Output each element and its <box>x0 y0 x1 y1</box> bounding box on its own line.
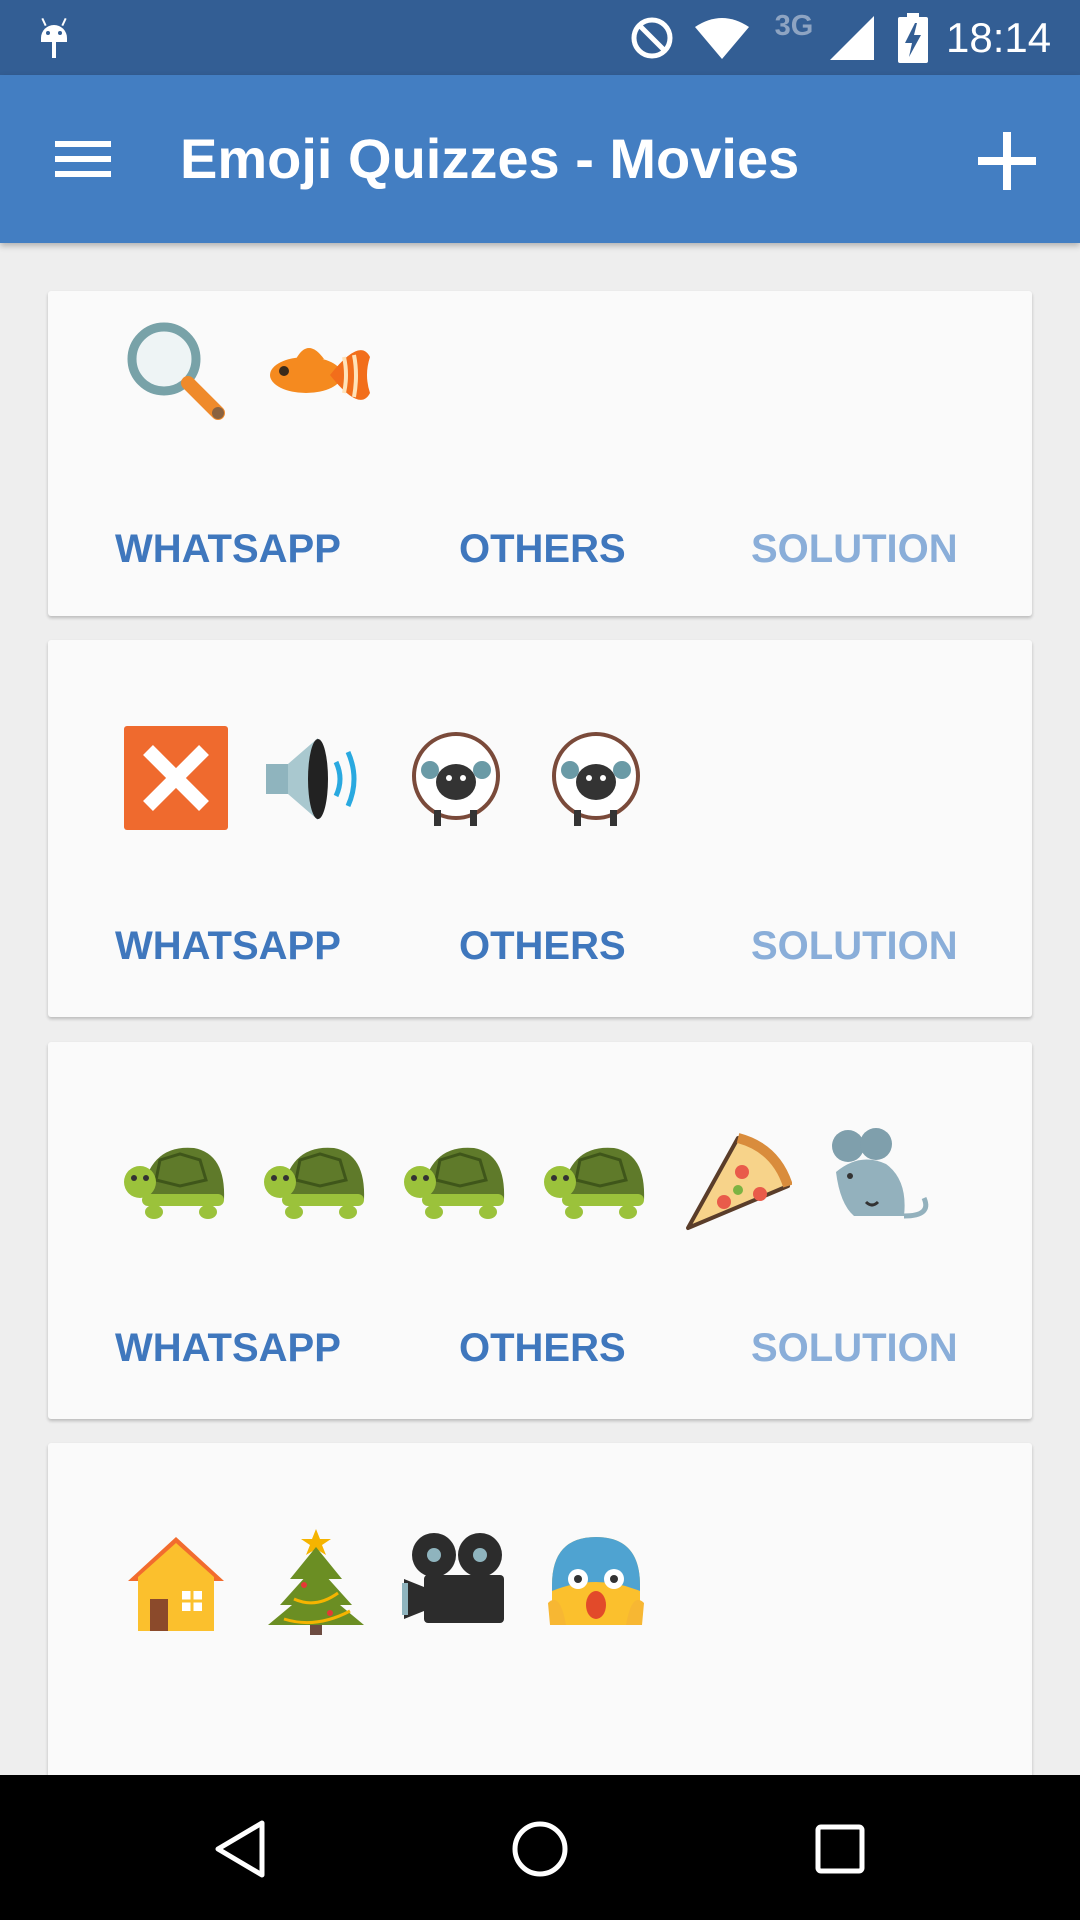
solution-button[interactable]: SOLUTION <box>751 916 958 976</box>
sheep-icon <box>538 720 654 836</box>
quiz-card: WHATSAPP OTHERS SOLUTION <box>48 291 1032 616</box>
android-notification-icon <box>34 0 74 75</box>
whatsapp-button[interactable]: WHATSAPP <box>115 1318 341 1378</box>
tropical-fish-icon <box>258 315 374 431</box>
movie-camera-icon <box>398 1523 514 1639</box>
whatsapp-button[interactable]: WHATSAPP <box>115 916 341 976</box>
solution-button[interactable]: SOLUTION <box>751 1318 958 1378</box>
navigation-bar <box>0 1775 1080 1920</box>
quiz-card: WHATSAPP OTHERS SOLUTION <box>48 640 1032 1017</box>
christmas-tree-icon <box>258 1523 374 1639</box>
quiz-list[interactable]: WHATSAPP OTHERS SOLUTION WHATSAPP OTHERS… <box>0 243 1080 1775</box>
quiz-emoji-row <box>118 1523 678 1639</box>
recents-icon[interactable] <box>790 1801 890 1897</box>
home-icon[interactable] <box>490 1801 590 1897</box>
turtle-icon <box>118 1122 234 1238</box>
signal-icon <box>828 0 876 75</box>
quiz-card: WHATSAPP OTHERS SOLUTION <box>48 1042 1032 1419</box>
status-time: 18:14 <box>946 13 1052 61</box>
page-title: Emoji Quizzes - Movies <box>180 127 800 190</box>
hamburger-menu-icon[interactable] <box>40 119 126 199</box>
add-icon[interactable] <box>966 119 1050 203</box>
others-button[interactable]: OTHERS <box>459 916 626 976</box>
cross-mark-icon <box>118 720 234 836</box>
app-bar: Emoji Quizzes - Movies <box>0 75 1080 243</box>
magnifying-glass-icon <box>118 315 234 431</box>
wifi-icon <box>694 0 750 75</box>
turtle-icon <box>258 1122 374 1238</box>
quiz-actions: WHATSAPP OTHERS SOLUTION <box>48 1318 1032 1378</box>
screaming-face-icon <box>538 1523 654 1639</box>
turtle-icon <box>398 1122 514 1238</box>
quiz-emoji-row <box>118 315 398 431</box>
turtle-icon <box>538 1122 654 1238</box>
network-type-label: 3G <box>774 10 814 42</box>
pizza-icon <box>678 1122 794 1238</box>
quiz-actions: WHATSAPP OTHERS SOLUTION <box>48 519 1032 579</box>
back-icon[interactable] <box>190 1801 290 1897</box>
quiz-emoji-row <box>118 720 678 836</box>
whatsapp-button[interactable]: WHATSAPP <box>115 519 341 579</box>
speaker-icon <box>258 720 374 836</box>
do-not-disturb-icon <box>628 0 676 75</box>
others-button[interactable]: OTHERS <box>459 519 626 579</box>
solution-button[interactable]: SOLUTION <box>751 519 958 579</box>
others-button[interactable]: OTHERS <box>459 1318 626 1378</box>
quiz-actions: WHATSAPP OTHERS SOLUTION <box>48 916 1032 976</box>
house-icon <box>118 1523 234 1639</box>
quiz-card <box>48 1443 1032 1775</box>
quiz-emoji-row <box>118 1122 958 1238</box>
sheep-icon <box>398 720 514 836</box>
mouse-icon <box>818 1122 934 1238</box>
status-bar: 3G 18:14 <box>0 0 1080 75</box>
battery-charging-icon <box>896 0 930 75</box>
